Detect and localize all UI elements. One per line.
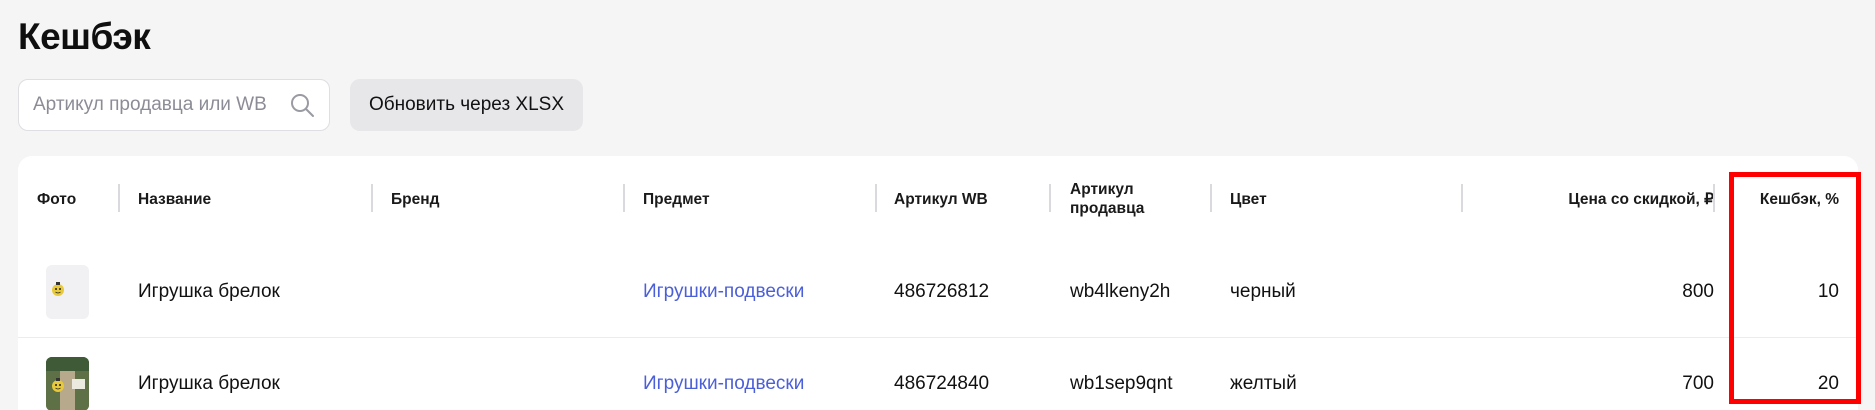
column-separator[interactable] (1049, 184, 1051, 212)
update-xlsx-button[interactable]: Обновить через XLSX (350, 79, 583, 131)
photo-cell (46, 246, 89, 338)
header-subject[interactable]: Предмет (643, 156, 710, 242)
photo-cell (46, 338, 89, 410)
header-brand[interactable]: Бренд (391, 156, 439, 242)
article-wb-cell: 486726812 (894, 281, 990, 302)
color-cell: желтый (1230, 373, 1297, 394)
search-field[interactable] (18, 79, 330, 131)
search-input[interactable] (33, 94, 289, 116)
keychain-toy-icon (52, 282, 64, 296)
header-price[interactable]: Цена со скидкой, ₽ (1481, 156, 1714, 242)
cashback-table: Фото Название Бренд Предмет Артикул WB А… (18, 156, 1858, 410)
header-name[interactable]: Название (138, 156, 211, 242)
name-cell: Игрушка брелок (138, 281, 280, 302)
column-separator[interactable] (875, 184, 877, 212)
product-photo[interactable] (46, 357, 89, 410)
price-cell: 800 (1682, 281, 1714, 302)
column-separator[interactable] (1210, 184, 1212, 212)
cashback-cell[interactable]: 10 (1733, 246, 1839, 338)
product-photo[interactable] (46, 265, 89, 319)
header-article-seller-line2: продавца (1070, 200, 1145, 217)
header-article-seller[interactable]: Артикул продавца (1070, 156, 1144, 242)
column-separator[interactable] (118, 184, 120, 212)
header-cashback[interactable]: Кешбэк, % (1733, 156, 1839, 242)
header-article-wb[interactable]: Артикул WB (894, 156, 988, 242)
article-seller-cell: wb4lkeny2h (1070, 281, 1171, 302)
column-separator[interactable] (623, 184, 625, 212)
article-wb-cell: 486724840 (894, 373, 990, 394)
subject-link[interactable]: Игрушки-подвески (643, 338, 804, 410)
column-separator[interactable] (371, 184, 373, 212)
keychain-toy-icon (46, 357, 89, 410)
name-cell: Игрушка брелок (138, 373, 280, 394)
color-cell: черный (1230, 281, 1296, 302)
header-photo: Фото (37, 190, 77, 208)
subject-link[interactable]: Игрушки-подвески (643, 246, 804, 338)
page-title: Кешбэк (18, 16, 151, 57)
header-color[interactable]: Цвет (1230, 156, 1267, 242)
column-separator[interactable] (1461, 184, 1463, 212)
table-header: Фото Название Бренд Предмет Артикул WB А… (18, 156, 1858, 242)
cashback-cell[interactable]: 20 (1733, 338, 1839, 410)
column-separator[interactable] (1713, 184, 1715, 212)
table-row[interactable]: Игрушка брелок Игрушки-подвески 48672484… (18, 338, 1858, 410)
search-icon[interactable] (289, 92, 315, 118)
price-cell: 700 (1682, 373, 1714, 394)
table-row[interactable]: Игрушка брелок Игрушки-подвески 48672681… (18, 246, 1858, 338)
article-seller-cell: wb1sep9qnt (1070, 373, 1173, 394)
header-article-seller-line1: Артикул (1070, 181, 1134, 198)
